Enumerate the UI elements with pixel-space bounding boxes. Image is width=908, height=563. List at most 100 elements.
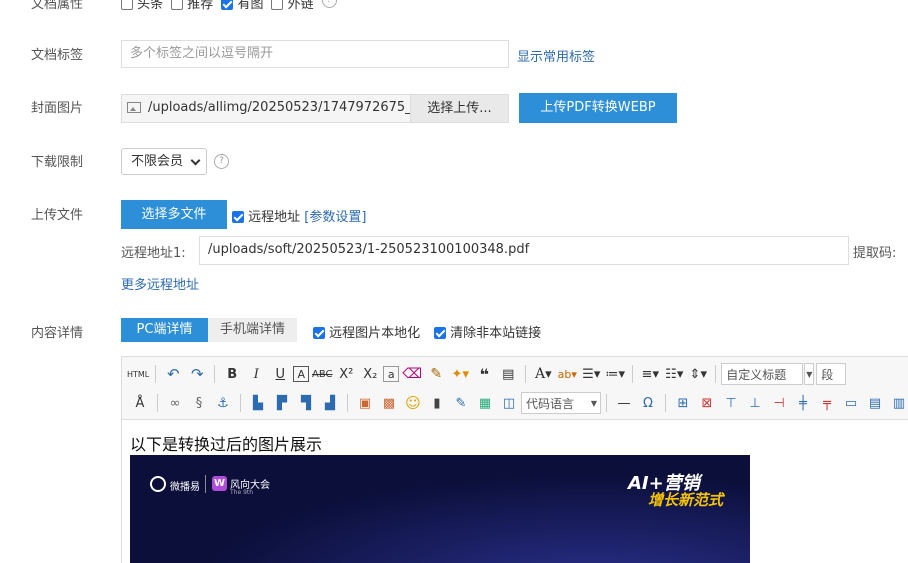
toolbar-row-2: Å ∞ § ⚓ ▙ ▛ ▜ ▟ ▣ ▩ ☺ ▮ ✎ ▦ ◫ 代码语言 ▼ — Ω … — [128, 388, 908, 418]
select-multiple-files-button[interactable]: 选择多文件 — [121, 200, 227, 229]
param-settings-link[interactable]: [参数设置] — [304, 210, 366, 225]
merge-down-icon[interactable]: ▥ — [888, 392, 908, 414]
tags-input[interactable]: 多个标签之间以逗号隔开 — [121, 40, 509, 68]
checkbox[interactable] — [271, 0, 284, 10]
delete-col-icon[interactable]: ╤ — [816, 392, 838, 414]
format-match-icon[interactable]: a — [383, 366, 400, 382]
code-icon[interactable]: ◫ — [498, 392, 520, 414]
extract-code-label: 提取码: — [853, 246, 897, 261]
content-label: 内容详情 — [31, 326, 84, 341]
tags-label: 文档标签 — [31, 48, 84, 63]
help-icon[interactable]: ? — [214, 154, 229, 169]
ordered-list-icon[interactable]: ☰▾ — [580, 363, 602, 385]
emotion-icon[interactable]: ☺ — [402, 392, 424, 414]
more-remote-address-link[interactable]: 更多远程地址 — [121, 274, 199, 293]
attachment-icon[interactable]: ✎ — [450, 392, 472, 414]
attr-youtu[interactable]: 有图 — [221, 0, 263, 12]
text-direction-icon[interactable]: Å — [129, 392, 151, 414]
tab-pc-detail[interactable]: PC端详情 — [121, 318, 208, 342]
delete-row-icon[interactable]: ⊣ — [768, 392, 790, 414]
checkbox[interactable] — [121, 0, 133, 10]
eraser-icon[interactable]: ⌫ — [401, 363, 423, 385]
help-icon[interactable]: ? — [321, 0, 337, 8]
editor-toolbar: HTML ↶ ↷ B I U A ABC X² X₂ a ⌫ ✎ ✦▾ ❝ ▤ … — [121, 356, 908, 420]
brush-icon[interactable]: ✎ — [425, 363, 447, 385]
image-float-right-icon[interactable]: ▛ — [271, 392, 293, 414]
multi-image-icon[interactable]: ▩ — [378, 392, 400, 414]
code-language-select[interactable]: 代码语言 ▼ — [521, 392, 601, 414]
strikethrough-icon[interactable]: ABC — [311, 363, 333, 385]
insert-col-icon[interactable]: ╪ — [792, 392, 814, 414]
checkbox[interactable] — [221, 0, 234, 10]
underline-icon[interactable]: U — [269, 363, 291, 385]
cover-path-input[interactable]: /uploads/allimg/20250523/1747972675_6 — [121, 94, 411, 123]
remote-address-1-label: 远程地址1: — [121, 246, 186, 261]
font-color-icon[interactable]: A ▾ — [532, 363, 554, 385]
content-text: 以下是转换过后的图片展示 — [130, 435, 323, 454]
redo-icon[interactable]: ↷ — [186, 363, 208, 385]
attr-toutiao[interactable]: 头条 — [121, 0, 163, 12]
download-select[interactable]: 不限会员 — [121, 148, 207, 175]
tab-mobile-detail[interactable]: 手机端详情 — [208, 318, 297, 342]
brand1: 微播易 — [170, 482, 200, 493]
pdf-convert-button[interactable]: 上传PDF转换WEBP — [519, 93, 677, 123]
paragraph-format-select[interactable]: 段 — [816, 363, 847, 385]
attr-wailian[interactable]: 外链 — [271, 0, 314, 12]
attr-tuijian[interactable]: 推荐 — [171, 0, 213, 12]
html-source-icon[interactable]: HTML — [127, 363, 149, 385]
auto-format-icon[interactable]: ✦▾ — [449, 363, 471, 385]
clear-external-links-option[interactable]: 清除非本站链接 — [434, 322, 541, 341]
subscript-icon[interactable]: X₂ — [359, 363, 381, 385]
special-char-icon[interactable]: Ω — [637, 392, 659, 414]
paste-text-icon[interactable]: ▤ — [497, 363, 519, 385]
remote-address-checkbox[interactable] — [232, 211, 244, 223]
line-height-icon[interactable]: ⇕▾ — [687, 363, 709, 385]
remote-image-localize-option[interactable]: 远程图片本地化 — [313, 322, 420, 341]
cover-label: 封面图片 — [31, 101, 84, 116]
font-border-icon[interactable]: A — [293, 366, 310, 382]
paragraph-spacing-icon[interactable]: ≡▾ — [639, 363, 661, 385]
image-center-icon[interactable]: ▟ — [319, 392, 341, 414]
checkbox[interactable] — [313, 327, 325, 339]
checkbox[interactable] — [434, 327, 446, 339]
remote-address-option[interactable]: 远程地址 [参数设置] — [232, 206, 366, 225]
italic-icon[interactable]: I — [245, 363, 267, 385]
download-label: 下载限制 — [31, 155, 84, 170]
image-float-none-icon[interactable]: ▜ — [295, 392, 317, 414]
brand-logo-icon — [150, 476, 166, 492]
bold-icon[interactable]: B — [221, 363, 243, 385]
chevron-down-icon[interactable]: ▼ — [804, 363, 815, 385]
merge-right-icon[interactable]: ▤ — [864, 392, 886, 414]
highlight-icon[interactable]: ab▾ — [556, 363, 578, 385]
image-float-left-icon[interactable]: ▙ — [247, 392, 269, 414]
remote-address-1-input[interactable]: /uploads/soft/20250523/1-250523100100348… — [199, 236, 849, 265]
attrs-label: 文档属性 — [31, 0, 84, 12]
unlink-icon[interactable]: § — [188, 392, 210, 414]
line-spacing-top-icon[interactable]: ☷▾ — [663, 363, 685, 385]
image-icon — [127, 102, 141, 113]
insert-video-icon[interactable]: ▮ — [426, 392, 448, 414]
insert-table-icon[interactable]: ⊞ — [672, 392, 694, 414]
undo-icon[interactable]: ↶ — [162, 363, 184, 385]
insert-row-icon[interactable]: ⊥ — [744, 392, 766, 414]
brand2-sub: The 9th — [230, 489, 254, 496]
anchor-icon[interactable]: ⚓ — [212, 392, 234, 414]
checkbox[interactable] — [171, 0, 184, 10]
custom-heading-select[interactable]: 自定义标题 — [721, 363, 804, 385]
unordered-list-icon[interactable]: ≔▾ — [604, 363, 626, 385]
brand2-logo-icon: W — [212, 476, 227, 491]
horizontal-rule-icon[interactable]: — — [613, 392, 635, 414]
insert-image-icon[interactable]: ▣ — [354, 392, 376, 414]
show-common-tags-link[interactable]: 显示常用标签 — [517, 46, 595, 65]
insert-caption-icon[interactable]: ⊤ — [720, 392, 742, 414]
editor-content[interactable]: 以下是转换过后的图片展示 微播易 W 风向大会 The 9th AI+营销 增长… — [121, 420, 908, 563]
attrs-options: 头条 推荐 有图 外链 ? — [121, 0, 337, 12]
superscript-icon[interactable]: X² — [335, 363, 357, 385]
merge-cells-icon[interactable]: ▭ — [840, 392, 862, 414]
choose-upload-button[interactable]: 选择上传... — [410, 94, 509, 123]
delete-table-icon[interactable]: ⊠ — [696, 392, 718, 414]
chevron-down-icon — [190, 155, 201, 166]
blockquote-icon[interactable]: ❝ — [473, 363, 495, 385]
insert-frame-icon[interactable]: ▦ — [474, 392, 496, 414]
link-icon[interactable]: ∞ — [164, 392, 186, 414]
